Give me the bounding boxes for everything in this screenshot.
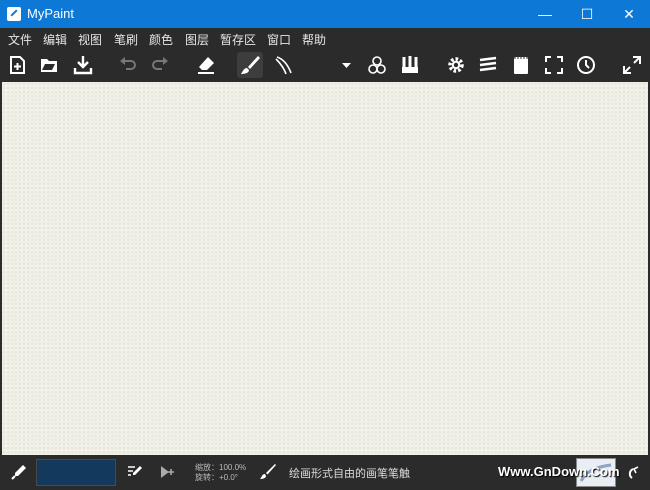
eraser-icon bbox=[198, 57, 214, 74]
brush-edit-icon[interactable] bbox=[126, 463, 144, 481]
brush-description: 绘画形式自由的画笔笔触 bbox=[289, 468, 410, 480]
save-icon bbox=[73, 56, 93, 75]
title-bar: MyPaint — ☐ ✕ bbox=[0, 0, 650, 28]
current-brush-icon bbox=[260, 464, 276, 479]
brush-button[interactable] bbox=[237, 52, 263, 78]
menu-color[interactable]: 颜色 bbox=[149, 31, 173, 48]
zoom-rotate-readout: 缩放：100.0% 旋转：+0.0° bbox=[195, 463, 246, 483]
new-icon bbox=[10, 56, 25, 74]
fullscreen-button[interactable] bbox=[541, 52, 567, 78]
zoom-label: 缩放：100.0% bbox=[195, 463, 247, 472]
fullscreen-icon bbox=[545, 56, 563, 74]
drawing-canvas[interactable] bbox=[2, 82, 648, 455]
toolbar bbox=[0, 48, 650, 82]
menu-scratchpad[interactable]: 暂存区 bbox=[220, 31, 256, 48]
menu-layer[interactable]: 图层 bbox=[185, 31, 209, 48]
watermark-text: Www.GnDown.Com bbox=[498, 464, 620, 479]
menu-brush[interactable]: 笔刷 bbox=[114, 31, 138, 48]
brush-dropdown-button[interactable] bbox=[333, 52, 359, 78]
rotate-label: 旋转：+0.0° bbox=[195, 473, 238, 482]
expand-icon bbox=[623, 56, 641, 74]
menu-edit[interactable]: 编辑 bbox=[43, 31, 67, 48]
scratchpad-button[interactable] bbox=[508, 52, 534, 78]
expand-button[interactable] bbox=[619, 52, 645, 78]
layers-icon bbox=[479, 56, 497, 72]
open-button[interactable] bbox=[36, 52, 62, 78]
menu-window[interactable]: 窗口 bbox=[267, 31, 291, 48]
brush-alt-button[interactable] bbox=[271, 52, 297, 78]
minimize-button[interactable]: — bbox=[524, 0, 566, 28]
color-picker-icon[interactable] bbox=[10, 463, 28, 481]
brushes-button[interactable] bbox=[397, 52, 423, 78]
open-icon bbox=[41, 59, 57, 72]
settings-icon bbox=[448, 57, 464, 73]
eraser-button[interactable] bbox=[193, 52, 219, 78]
menu-view[interactable]: 视图 bbox=[78, 31, 102, 48]
menu-help[interactable]: 帮助 bbox=[302, 31, 326, 48]
history-button[interactable] bbox=[573, 52, 599, 78]
color-button[interactable] bbox=[364, 52, 390, 78]
scratchpad-icon bbox=[514, 56, 528, 74]
resize-grip-icon[interactable] bbox=[626, 463, 644, 481]
new-button[interactable] bbox=[5, 52, 31, 78]
brush-alt-icon bbox=[275, 56, 292, 75]
brushes-icon bbox=[402, 56, 418, 73]
settings-button[interactable] bbox=[443, 52, 469, 78]
history-icon bbox=[577, 56, 595, 74]
menu-bar: 文件 编辑 视图 笔刷 颜色 图层 暂存区 窗口 帮助 bbox=[0, 28, 650, 48]
add-layer-icon[interactable] bbox=[158, 463, 176, 481]
layers-button[interactable] bbox=[475, 52, 501, 78]
close-button[interactable]: ✕ bbox=[608, 0, 650, 28]
undo-icon bbox=[120, 57, 136, 70]
brush-icon bbox=[241, 56, 260, 74]
status-bar: 缩放：100.0% 旋转：+0.0° 绘画形式自由的画笔笔触 Www.GnDow… bbox=[0, 455, 650, 490]
app-icon bbox=[7, 7, 21, 21]
save-button[interactable] bbox=[70, 52, 96, 78]
dropdown-arrow-icon bbox=[342, 63, 351, 68]
redo-icon bbox=[152, 57, 168, 70]
window-title: MyPaint bbox=[27, 6, 74, 21]
undo-button[interactable] bbox=[115, 52, 141, 78]
menu-file[interactable]: 文件 bbox=[8, 31, 32, 48]
current-color-swatch[interactable] bbox=[36, 459, 116, 486]
redo-button[interactable] bbox=[147, 52, 173, 78]
maximize-button[interactable]: ☐ bbox=[566, 0, 608, 28]
color-circles-icon bbox=[368, 56, 386, 74]
